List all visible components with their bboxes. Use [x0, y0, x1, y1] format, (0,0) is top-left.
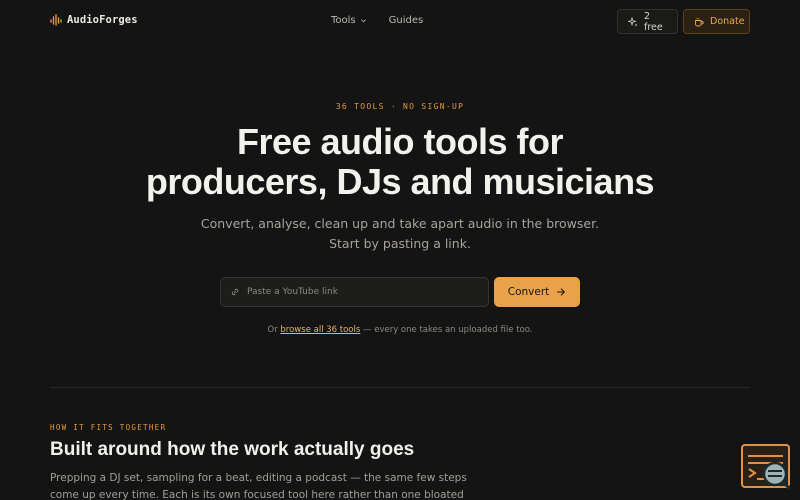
section-title: Built around how the work actually goes	[50, 439, 415, 460]
section-body: Prepping a DJ set, sampling for a beat, …	[50, 472, 467, 500]
terminal-search-icon	[748, 455, 791, 490]
nav-tools-label: Tools	[331, 15, 356, 26]
free-credits-label: 2 free	[644, 10, 663, 33]
hero-eyebrow: 36 TOOLS · NO SIGN-UP	[335, 102, 465, 111]
hint-prefix: Or	[267, 325, 281, 335]
browse-tools-link[interactable]: browse all 36 tools	[280, 325, 360, 335]
site-header: AudioForges Tools Guides 2 free Donate	[0, 0, 800, 42]
youtube-link-field[interactable]	[220, 277, 489, 307]
convert-button[interactable]: Convert	[494, 277, 580, 307]
sparkles-icon	[628, 16, 638, 26]
youtube-link-input[interactable]	[247, 287, 488, 297]
hero-subhead: Convert, analyse, clean up and take apar…	[200, 216, 600, 251]
hint-suffix: — every one takes an uploaded file too.	[360, 325, 533, 335]
hero-headline-line1: Free audio tools for	[236, 121, 564, 162]
hero-headline-line2: producers, DJs and musicians	[145, 161, 655, 202]
chevron-down-icon	[360, 19, 366, 23]
page: AudioForges Tools Guides 2 free Donate 3…	[0, 0, 800, 500]
nav-guides-label: Guides	[388, 15, 424, 26]
section-divider	[50, 387, 750, 388]
hero-headline: Free audio tools for producers, DJs and …	[100, 122, 700, 202]
convert-label: Convert	[507, 286, 550, 298]
link-icon	[231, 288, 239, 296]
browse-hint: Or browse all 36 tools — every one takes…	[0, 325, 800, 335]
waveform-icon	[50, 14, 62, 26]
nav-guides[interactable]: Guides	[389, 15, 424, 26]
brand-logo[interactable]: AudioForges	[50, 13, 138, 27]
donate-button[interactable]: Donate	[683, 9, 750, 34]
section-eyebrow: HOW IT FITS TOGETHER	[50, 423, 167, 432]
coffee-cup-icon	[695, 17, 704, 26]
brand-name: AudioForges	[67, 14, 138, 26]
free-credits-button[interactable]: 2 free	[617, 9, 678, 34]
donate-label: Donate	[710, 16, 745, 27]
nav-tools[interactable]: Tools	[331, 15, 367, 26]
floating-help-widget[interactable]	[741, 444, 791, 490]
main-nav: Tools Guides	[331, 15, 423, 26]
arrow-right-icon	[557, 288, 566, 296]
